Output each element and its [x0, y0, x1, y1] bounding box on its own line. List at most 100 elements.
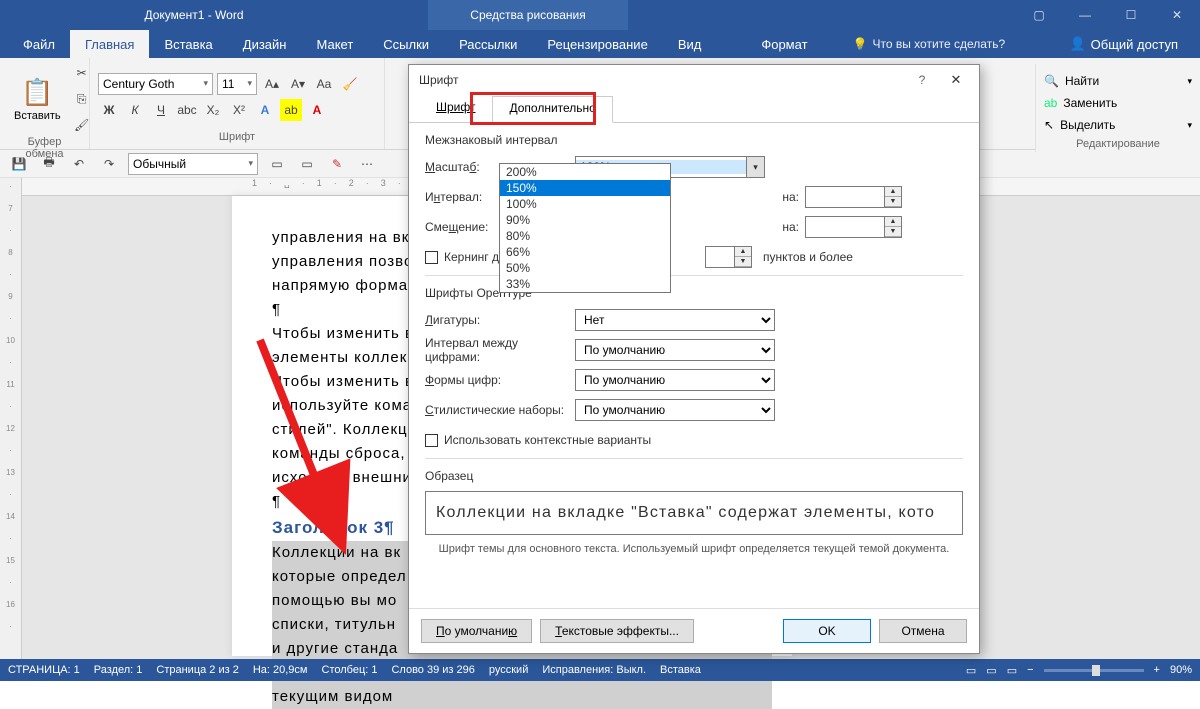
status-insert-mode[interactable]: Вставка — [660, 664, 701, 676]
spin-down-icon[interactable]: ▼ — [885, 227, 901, 237]
tab-format[interactable]: Формат — [746, 30, 822, 58]
view-print-icon[interactable]: ▭ — [986, 664, 996, 677]
offset-spin[interactable]: ▲▼ — [805, 216, 902, 238]
interval-spin[interactable]: ▲▼ — [805, 186, 902, 208]
text-effects-button[interactable]: Текстовые эффекты... — [540, 619, 694, 643]
scale-dropdown-list[interactable]: 200% 150% 100% 90% 80% 66% 50% 33% — [499, 163, 671, 293]
status-page-count[interactable]: Страница 2 из 2 — [156, 664, 238, 676]
spin-up-icon[interactable]: ▲ — [885, 187, 901, 197]
qat-icon[interactable]: ✎ — [326, 153, 348, 175]
status-page[interactable]: СТРАНИЦА: 1 — [8, 664, 80, 676]
kerning-tail: пунктов и более — [763, 250, 853, 264]
dialog-tab-font[interactable]: Шрифт — [419, 95, 492, 122]
replace-button[interactable]: abЗаменить — [1044, 92, 1192, 114]
zoom-slider[interactable] — [1044, 669, 1144, 672]
zoom-out-icon[interactable]: − — [1027, 664, 1033, 676]
close-icon[interactable]: ✕ — [943, 72, 969, 88]
tab-insert[interactable]: Вставка — [149, 30, 227, 58]
by-label: на: — [765, 220, 805, 234]
qat-icon[interactable]: ⋯ — [356, 153, 378, 175]
highlight-icon[interactable]: ab — [280, 99, 302, 121]
find-button[interactable]: 🔍Найти▾ — [1044, 70, 1192, 92]
numform-select[interactable]: По умолчанию — [575, 369, 775, 391]
minimize-icon[interactable]: ― — [1062, 0, 1108, 30]
italic-button[interactable]: К — [124, 99, 146, 121]
spin-down-icon[interactable]: ▼ — [735, 257, 751, 267]
font-color-icon[interactable]: A — [306, 99, 328, 121]
strikethrough-icon[interactable]: abc — [176, 99, 198, 121]
tab-home[interactable]: Главная — [70, 30, 149, 58]
tab-layout[interactable]: Макет — [301, 30, 368, 58]
select-button[interactable]: ↖Выделить▾ — [1044, 114, 1192, 136]
scale-option[interactable]: 66% — [500, 244, 670, 260]
maximize-icon[interactable]: ☐ — [1108, 0, 1154, 30]
paste-button[interactable]: 📋 Вставить — [8, 75, 67, 124]
ok-button[interactable]: OK — [783, 619, 871, 643]
group-font: Шрифт — [98, 131, 376, 147]
shrink-font-icon[interactable]: A▾ — [287, 73, 309, 95]
status-language[interactable]: русский — [489, 664, 528, 676]
subscript-icon[interactable]: X₂ — [202, 99, 224, 121]
grow-font-icon[interactable]: A▴ — [261, 73, 283, 95]
scale-option[interactable]: 100% — [500, 196, 670, 212]
font-dialog: Шрифт ? ✕ Шрифт Дополнительно Межзнаковы… — [408, 64, 980, 654]
view-web-icon[interactable]: ▭ — [1007, 664, 1017, 677]
share-button[interactable]: 👤Общий доступ — [1057, 30, 1190, 58]
font-size-combo[interactable]: 11▾ — [217, 73, 257, 95]
group-editing-label: Редактирование — [1044, 138, 1192, 150]
contextual-checkbox[interactable]: Использовать контекстные варианты — [425, 433, 651, 447]
qat-icon[interactable]: ▭ — [296, 153, 318, 175]
scale-option[interactable]: 150% — [500, 180, 670, 196]
undo-icon[interactable]: ↶ — [68, 153, 90, 175]
status-section[interactable]: Раздел: 1 — [94, 664, 143, 676]
chevron-down-icon: ▾ — [1187, 76, 1192, 87]
scale-option[interactable]: 33% — [500, 276, 670, 292]
status-words[interactable]: Слово 39 из 296 — [391, 664, 474, 676]
underline-button[interactable]: Ч — [150, 99, 172, 121]
group-editing: 🔍Найти▾ abЗаменить ↖Выделить▾ Редактиров… — [1035, 64, 1200, 152]
qat-icon[interactable]: ▭ — [266, 153, 288, 175]
clear-formatting-icon[interactable]: 🧹 — [339, 73, 361, 95]
text-effects-icon[interactable]: A — [254, 99, 276, 121]
spin-up-icon[interactable]: ▲ — [735, 247, 751, 257]
scale-option[interactable]: 80% — [500, 228, 670, 244]
numspacing-select[interactable]: По умолчанию — [575, 339, 775, 361]
by-label: на: — [765, 190, 805, 204]
chevron-down-icon[interactable]: ▾ — [746, 157, 764, 177]
bold-button[interactable]: Ж — [98, 99, 120, 121]
dialog-tab-advanced[interactable]: Дополнительно — [492, 96, 612, 123]
spin-up-icon[interactable]: ▲ — [885, 217, 901, 227]
help-icon[interactable]: ? — [909, 73, 935, 87]
tab-design[interactable]: Дизайн — [228, 30, 302, 58]
font-name-combo[interactable]: Century Goth▾ — [98, 73, 213, 95]
kerning-spin[interactable]: ▲▼ — [705, 246, 755, 268]
tab-file[interactable]: Файл — [8, 30, 70, 58]
styleset-select[interactable]: По умолчанию — [575, 399, 775, 421]
redo-icon[interactable]: ↷ — [98, 153, 120, 175]
spin-down-icon[interactable]: ▼ — [885, 197, 901, 207]
style-combo[interactable]: Обычный▾ — [128, 153, 258, 175]
superscript-icon[interactable]: X² — [228, 99, 250, 121]
group-clipboard: Буфер обмена — [8, 136, 81, 152]
default-button[interactable]: По умолчанию — [421, 619, 532, 643]
scale-option[interactable]: 90% — [500, 212, 670, 228]
ligatures-select[interactable]: Нет — [575, 309, 775, 331]
view-read-icon[interactable]: ▭ — [966, 664, 976, 677]
status-column[interactable]: Столбец: 1 — [322, 664, 378, 676]
status-track-changes[interactable]: Исправления: Выкл. — [542, 664, 646, 676]
tab-references[interactable]: Ссылки — [368, 30, 444, 58]
ribbon-options-icon[interactable]: ▢ — [1016, 0, 1062, 30]
zoom-in-icon[interactable]: + — [1154, 664, 1160, 676]
tab-review[interactable]: Рецензирование — [532, 30, 662, 58]
tell-me[interactable]: 💡Что вы хотите сделать? — [853, 30, 1006, 58]
tab-mailings[interactable]: Рассылки — [444, 30, 532, 58]
change-case-icon[interactable]: Aa — [313, 73, 335, 95]
cancel-button[interactable]: Отмена — [879, 619, 967, 643]
status-position[interactable]: На: 20,9см — [253, 664, 308, 676]
cursor-icon: ↖ — [1044, 118, 1054, 132]
close-icon[interactable]: ✕ — [1154, 0, 1200, 30]
scale-option[interactable]: 200% — [500, 164, 670, 180]
tab-view[interactable]: Вид — [663, 30, 717, 58]
zoom-level[interactable]: 90% — [1170, 664, 1192, 676]
scale-option[interactable]: 50% — [500, 260, 670, 276]
